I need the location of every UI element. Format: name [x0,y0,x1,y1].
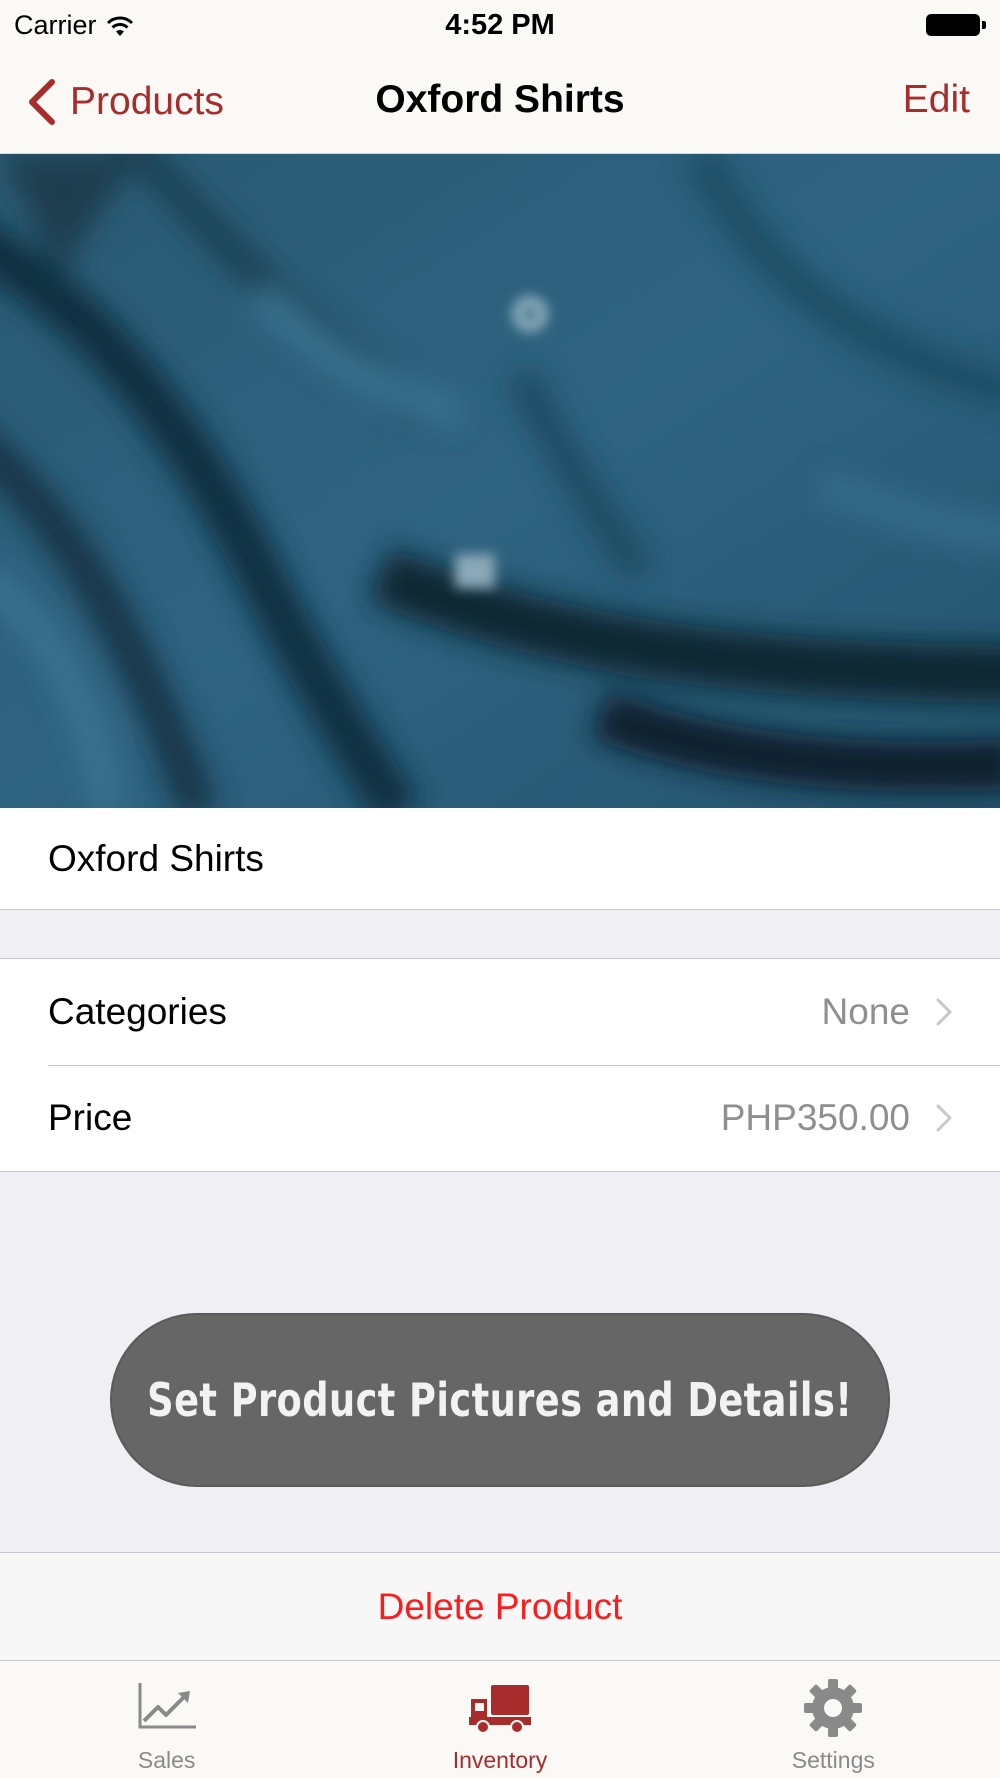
edit-button[interactable]: Edit [903,78,970,122]
navigation-bar: Carrier 4:52 PM Products Oxford Shirts E… [0,0,1000,154]
hint-toast-message: Set Product Pictures and Details! [147,1373,853,1427]
shirt-photo-image [0,154,1000,808]
truck-icon [468,1685,531,1734]
back-button[interactable]: Products [26,72,224,132]
chevron-right-icon [936,998,952,1026]
chart-trend-icon [138,1683,196,1729]
tab-bar: Sales Inventory Settings [0,1660,1000,1778]
categories-row[interactable]: Categories None [0,959,1000,1065]
tab-inventory-label: Inventory [452,1747,548,1773]
chevron-left-icon [29,79,55,125]
categories-label: Categories [48,991,227,1032]
product-details-group: Categories None Price PHP350.00 [0,958,1000,1172]
tab-settings[interactable]: Settings [667,1661,1000,1778]
product-name-field[interactable]: Oxford Shirts [0,808,1000,910]
tab-inventory[interactable]: Inventory [333,1661,666,1778]
categories-value: None [821,991,910,1032]
product-detail-screen: Carrier 4:52 PM Products Oxford Shirts E… [0,0,1000,1778]
chevron-right-icon [936,1104,952,1132]
hint-toast: Set Product Pictures and Details! [110,1313,890,1487]
status-time: 4:52 PM [445,9,555,41]
price-row[interactable]: Price PHP350.00 [0,1065,1000,1171]
tab-sales-label: Sales [137,1747,196,1773]
tab-sales[interactable]: Sales [0,1661,333,1778]
delete-product-button[interactable]: Delete Product [0,1552,1000,1660]
price-label: Price [48,1097,133,1138]
gear-icon [804,1679,863,1737]
battery-icon [926,14,986,36]
back-button-label: Products [70,80,224,123]
price-value: PHP350.00 [720,1097,910,1138]
product-photo[interactable] [0,154,1000,808]
tab-settings-label: Settings [791,1747,875,1773]
